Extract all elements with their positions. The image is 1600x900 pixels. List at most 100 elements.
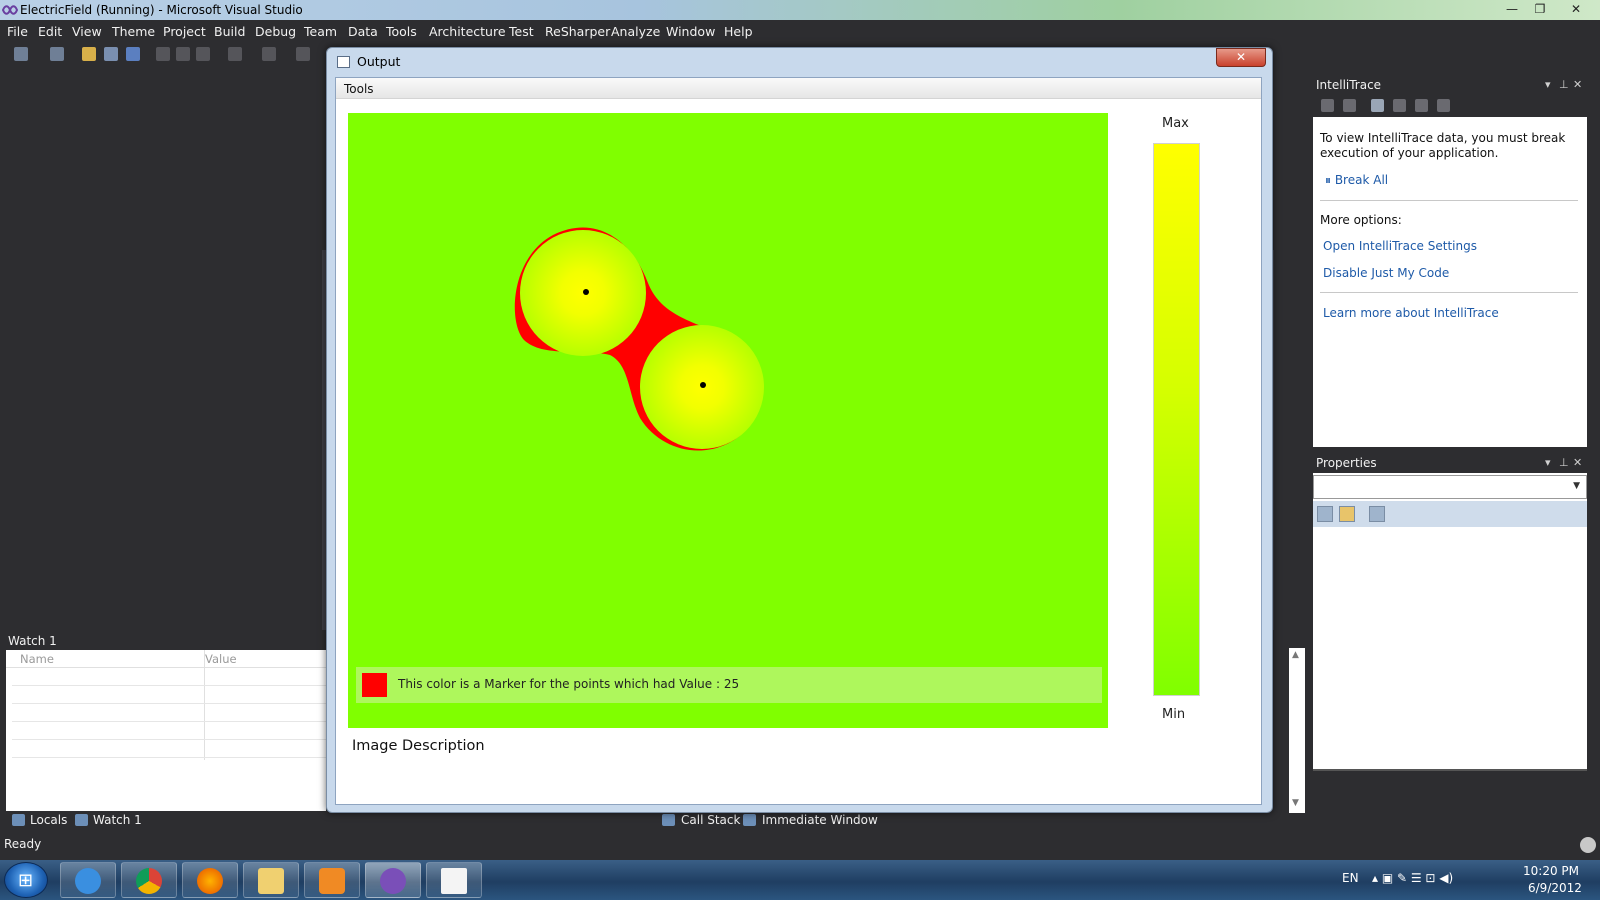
taskbar-visual-studio[interactable] xyxy=(365,862,421,898)
redo-icon[interactable] xyxy=(262,47,276,61)
watch-row[interactable] xyxy=(12,687,326,704)
watch-row[interactable] xyxy=(12,723,326,740)
watch-col-name[interactable]: Name xyxy=(20,652,54,666)
taskbar-app-window[interactable] xyxy=(426,862,482,898)
media-player-icon xyxy=(319,868,345,894)
taskbar-firefox[interactable] xyxy=(182,862,238,898)
electric-field-canvas[interactable]: This color is a Marker for the points wh… xyxy=(348,113,1108,728)
locals-icon xyxy=(12,814,25,826)
charge-point-1[interactable] xyxy=(583,289,589,295)
marker-legend: This color is a Marker for the points wh… xyxy=(356,667,1102,703)
break-all-link[interactable]: ⏸ Break All xyxy=(1325,173,1388,188)
menu-architecture[interactable]: Architecture xyxy=(429,24,506,39)
save-all-icon[interactable] xyxy=(126,47,140,61)
menu-tools[interactable]: Tools xyxy=(386,24,417,39)
property-pages-icon[interactable] xyxy=(1369,506,1385,522)
tray-icons[interactable]: ▴ ▣ ✎ ☰ ⊡ ◀) xyxy=(1372,871,1453,885)
cut-icon[interactable] xyxy=(156,47,170,61)
open-file-icon[interactable] xyxy=(82,47,96,61)
menu-team[interactable]: Team xyxy=(304,24,337,39)
save-icon[interactable] xyxy=(104,47,118,61)
tab-watch1[interactable]: Watch 1 xyxy=(93,813,142,827)
scroll-down-icon[interactable]: ▼ xyxy=(1292,798,1299,808)
tab-locals[interactable]: Locals xyxy=(30,813,67,827)
menu-analyze[interactable]: Analyze xyxy=(611,24,660,39)
learn-more-link[interactable]: Learn more about IntelliTrace xyxy=(1323,306,1499,320)
just-my-code-link[interactable]: Disable Just My Code xyxy=(1323,266,1449,280)
menu-resharper[interactable]: ReSharper xyxy=(545,24,610,39)
marker-description: This color is a Marker for the points wh… xyxy=(398,677,740,691)
menu-file[interactable]: File xyxy=(7,24,28,39)
start-button[interactable]: ⊞ xyxy=(4,862,48,898)
filter-icon[interactable] xyxy=(1343,99,1356,112)
status-text: Ready xyxy=(4,837,42,851)
chrome-icon xyxy=(136,868,162,894)
open-icon[interactable] xyxy=(1393,99,1406,112)
restore-button[interactable]: ❐ xyxy=(1526,0,1554,18)
new-project-icon[interactable] xyxy=(14,47,28,61)
color-scale-bar xyxy=(1153,143,1200,696)
taskbar-media-player[interactable] xyxy=(304,862,360,898)
properties-title: Properties xyxy=(1316,456,1377,470)
clock-date[interactable]: 6/9/2012 xyxy=(1528,881,1582,895)
watch-col-value[interactable]: Value xyxy=(205,652,237,666)
tab-call-stack[interactable]: Call Stack xyxy=(681,813,740,827)
menu-project[interactable]: Project xyxy=(163,24,206,39)
watch-scrollbar[interactable]: ▲ ▼ xyxy=(1289,648,1305,813)
menu-debug[interactable]: Debug xyxy=(255,24,296,39)
menu-build[interactable]: Build xyxy=(214,24,245,39)
menu-window[interactable]: Window xyxy=(666,24,715,39)
menu-edit[interactable]: Edit xyxy=(38,24,62,39)
charge-point-2[interactable] xyxy=(700,382,706,388)
alphabetical-icon[interactable] xyxy=(1339,506,1355,522)
watch-row[interactable] xyxy=(12,705,326,722)
close-window-button[interactable]: ✕ xyxy=(1562,0,1590,18)
taskbar-explorer[interactable] xyxy=(243,862,299,898)
copy-icon[interactable] xyxy=(176,47,190,61)
immediate-window-icon xyxy=(743,814,756,826)
navigate-icon[interactable] xyxy=(296,47,310,61)
taskbar-ie[interactable] xyxy=(60,862,116,898)
add-item-icon[interactable] xyxy=(50,47,64,61)
paste-icon[interactable] xyxy=(196,47,210,61)
dropdown-icon[interactable]: ▾ xyxy=(1545,78,1551,91)
pause-icon: ⏸ xyxy=(1325,173,1335,187)
output-close-button[interactable]: ✕ xyxy=(1216,48,1266,67)
window-title: ElectricField (Running) - Microsoft Visu… xyxy=(20,3,303,17)
object-selector[interactable]: ▼ xyxy=(1313,475,1587,499)
menu-tools-output[interactable]: Tools xyxy=(344,82,374,96)
more-options-label: More options: xyxy=(1320,213,1402,227)
undo-icon[interactable] xyxy=(228,47,242,61)
dropdown-icon[interactable]: ▾ xyxy=(1545,456,1551,469)
menu-help[interactable]: Help xyxy=(724,24,753,39)
minimize-button[interactable]: — xyxy=(1498,0,1526,18)
settings-icon[interactable] xyxy=(1415,99,1428,112)
menu-test[interactable]: Test xyxy=(509,24,534,39)
properties-panel: Properties ▾ ⊥ ✕ ▼ xyxy=(1313,453,1587,831)
categorized-icon[interactable] xyxy=(1317,506,1333,522)
watch-row[interactable] xyxy=(12,669,326,686)
output-window-title: Output xyxy=(357,54,401,69)
menu-theme[interactable]: Theme xyxy=(112,24,155,39)
tab-immediate-window[interactable]: Immediate Window xyxy=(762,813,878,827)
standard-toolbar xyxy=(0,43,330,67)
calendar-icon[interactable] xyxy=(1371,99,1384,112)
intellitrace-settings-link[interactable]: Open IntelliTrace Settings xyxy=(1323,239,1477,253)
intellitrace-body: To view IntelliTrace data, you must brea… xyxy=(1313,117,1587,447)
watch-row[interactable] xyxy=(12,741,326,758)
window-icon xyxy=(337,56,350,68)
close-icon[interactable]: ✕ xyxy=(1573,78,1582,91)
pin-icon[interactable]: ⊥ xyxy=(1559,456,1569,469)
menu-view[interactable]: View xyxy=(72,24,102,39)
language-indicator[interactable]: EN xyxy=(1342,871,1359,885)
clock-time[interactable]: 10:20 PM xyxy=(1523,864,1579,878)
scroll-up-icon[interactable]: ▲ xyxy=(1292,650,1299,660)
pin-icon[interactable]: ⊥ xyxy=(1559,78,1569,91)
list-icon[interactable] xyxy=(1321,99,1334,112)
taskbar: ⊞ EN ▴ ▣ ✎ ☰ ⊡ ◀) 10:20 PM 6/9/2012 xyxy=(0,860,1600,900)
close-icon[interactable]: ✕ xyxy=(1573,456,1582,469)
flag-icon[interactable] xyxy=(1437,99,1450,112)
taskbar-chrome[interactable] xyxy=(121,862,177,898)
menu-data[interactable]: Data xyxy=(348,24,378,39)
intellitrace-toolbar xyxy=(1313,95,1587,117)
